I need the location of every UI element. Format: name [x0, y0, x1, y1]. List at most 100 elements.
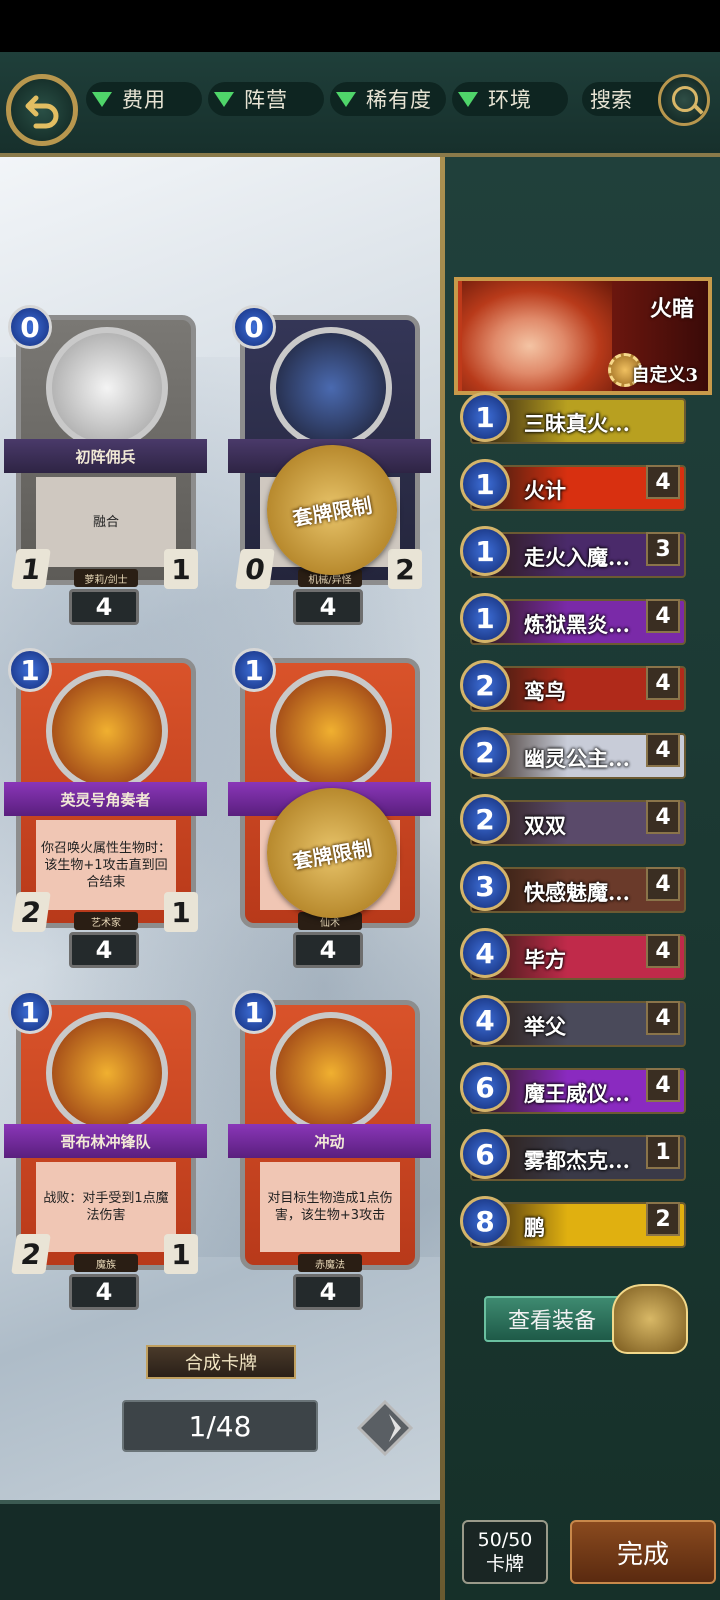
filter-environment[interactable]: 环境: [452, 82, 568, 116]
card-owned-count: 4: [69, 589, 139, 625]
deck-card-name: 双双: [524, 813, 566, 838]
back-button[interactable]: [6, 74, 78, 146]
deck-list-item[interactable]: 鹏8 2: [460, 1196, 690, 1252]
deck-card-name: 鹏: [524, 1215, 545, 1240]
filter-rarity[interactable]: 稀有度: [330, 82, 446, 116]
deck-card-cost: 1: [460, 392, 510, 442]
hero-avatar: [462, 281, 612, 391]
deck-card-name: 举父: [524, 1014, 566, 1039]
deck-card-name: 炼狱黑炎...: [524, 612, 630, 637]
card-cost: 1: [232, 648, 276, 692]
card-health: 1: [164, 1234, 198, 1274]
card-art: [270, 327, 392, 449]
deck-card-name: 火计: [524, 478, 566, 503]
deck-card-copies: 4: [646, 934, 680, 968]
card-name: 冲动: [228, 1124, 431, 1158]
card-cost: 1: [8, 648, 52, 692]
deck-card-cost: 3: [460, 861, 510, 911]
deck-list-item[interactable]: 毕方 4 4: [460, 928, 690, 984]
collection-card[interactable]: 1 仙术 4 套牌限制: [228, 648, 431, 968]
hero-portrait[interactable]: 火暗 自定义3: [454, 277, 712, 395]
deck-card-name: 走火入魔...: [524, 545, 630, 570]
card-cost: 1: [8, 990, 52, 1034]
deck-list-item[interactable]: 魔王威仪... 6 4: [460, 1062, 690, 1118]
deck-card-copies: 2: [646, 1202, 680, 1236]
deck-list-item[interactable]: 炼狱黑炎... 1 4: [460, 593, 690, 649]
card-health: 2: [388, 549, 422, 589]
deck-card-copies: 4: [646, 465, 680, 499]
card-cost: 0: [232, 305, 276, 349]
card-attack: 1: [11, 549, 51, 589]
next-page-arrow-icon[interactable]: [355, 1398, 415, 1458]
deck-card-cost: 8: [460, 1196, 510, 1246]
deck-list-item[interactable]: 雾都杰克... 6 1: [460, 1129, 690, 1185]
deck-list-item[interactable]: 快感魅魔... 3 4: [460, 861, 690, 917]
card-cost: 1: [232, 990, 276, 1034]
collection-card[interactable]: 初阵佣兵 融合 0 1 1 萝莉/剑士 4: [4, 305, 207, 625]
collection-card[interactable]: 冲动 对目标生物造成1点伤害，该生物+3攻击 1 赤魔法 4: [228, 990, 431, 1310]
hero-name: 火暗: [649, 296, 694, 322]
card-tribe: 赤魔法: [298, 1254, 362, 1272]
card-art: [270, 1012, 392, 1134]
deck-card-copies: 4: [646, 666, 680, 700]
deck-card-name: 幽灵公主...: [524, 746, 630, 771]
card-owned-count: 4: [69, 1274, 139, 1310]
filter-faction[interactable]: 阵营: [208, 82, 324, 116]
filter-cost[interactable]: 费用: [86, 82, 202, 116]
deck-list-item[interactable]: 三昧真火... 1: [460, 392, 690, 448]
deck-list-item[interactable]: 走火入魔... 1 3: [460, 526, 690, 582]
collection-card[interactable]: 哥布林冲锋队 战败：对手受到1点魔法伤害 1 2 1 魔族 4: [4, 990, 207, 1310]
card-name: 哥布林冲锋队: [4, 1124, 207, 1158]
craft-card-label[interactable]: 合成卡牌: [146, 1345, 296, 1379]
deck-name: 自定义3: [631, 365, 698, 386]
deck-card-count: 50/50 卡牌: [462, 1520, 548, 1584]
deck-card-copies: 4: [646, 733, 680, 767]
deck-list-item[interactable]: 幽灵公主... 2 4: [460, 727, 690, 783]
card-name: 英灵号角奏者: [4, 782, 207, 816]
deck-card-copies: 3: [646, 532, 680, 566]
card-cost: 0: [8, 305, 52, 349]
card-art: [46, 327, 168, 449]
dropdown-triangle-icon: [214, 91, 234, 107]
card-attack: 2: [11, 892, 51, 932]
deck-list-item[interactable]: 举父 4 4: [460, 995, 690, 1051]
card-owned-count: 4: [293, 932, 363, 968]
dropdown-triangle-icon: [92, 91, 112, 107]
card-owned-count: 4: [293, 1274, 363, 1310]
deck-list-item[interactable]: 双双 2 4: [460, 794, 690, 850]
card-description: 你召唤火属性生物时：该生物+1攻击直到回合结束: [36, 820, 176, 910]
deck-card-cost: 2: [460, 727, 510, 777]
deck-card-cost: 4: [460, 995, 510, 1045]
card-health: 1: [164, 549, 198, 589]
done-button[interactable]: 完成: [570, 1520, 716, 1584]
card-tribe: 萝莉/剑士: [74, 569, 138, 587]
card-tribe: 艺术家: [74, 912, 138, 930]
deck-card-name: 雾都杰克...: [524, 1148, 630, 1173]
deck-card-name: 毕方: [524, 947, 566, 972]
deck-card-copies: 4: [646, 800, 680, 834]
deck-card-cost: 1: [460, 459, 510, 509]
deck-card-cost: 2: [460, 660, 510, 710]
deck-list-item[interactable]: 火计 1 4: [460, 459, 690, 515]
deck-card-name: 魔王威仪...: [524, 1081, 630, 1106]
deck-card-copies: 4: [646, 1001, 680, 1035]
card-art: [46, 1012, 168, 1134]
search-magnifier-icon[interactable]: [658, 74, 710, 126]
deck-card-name: 快感魅魔...: [524, 880, 630, 905]
dropdown-triangle-icon: [336, 91, 356, 107]
card-health: 1: [164, 892, 198, 932]
card-name: 初阵佣兵: [4, 439, 207, 473]
deck-card-cost: 6: [460, 1062, 510, 1112]
deck-card-copies: 1: [646, 1135, 680, 1169]
card-art: [270, 670, 392, 792]
card-attack: 0: [235, 549, 275, 589]
card-attack: 2: [11, 1234, 51, 1274]
collection-card[interactable]: 0 0 2 机械/异怪 4 套牌限制: [228, 305, 431, 625]
deck-card-copies: 4: [646, 599, 680, 633]
deck-card-cost: 4: [460, 928, 510, 978]
card-owned-count: 4: [293, 589, 363, 625]
collection-card[interactable]: 英灵号角奏者 你召唤火属性生物时：该生物+1攻击直到回合结束 1 2 1 艺术家 4: [4, 648, 207, 968]
card-owned-count: 4: [69, 932, 139, 968]
page-indicator: 1/48: [122, 1400, 318, 1452]
deck-list-item[interactable]: 鸾鸟 2 4: [460, 660, 690, 716]
